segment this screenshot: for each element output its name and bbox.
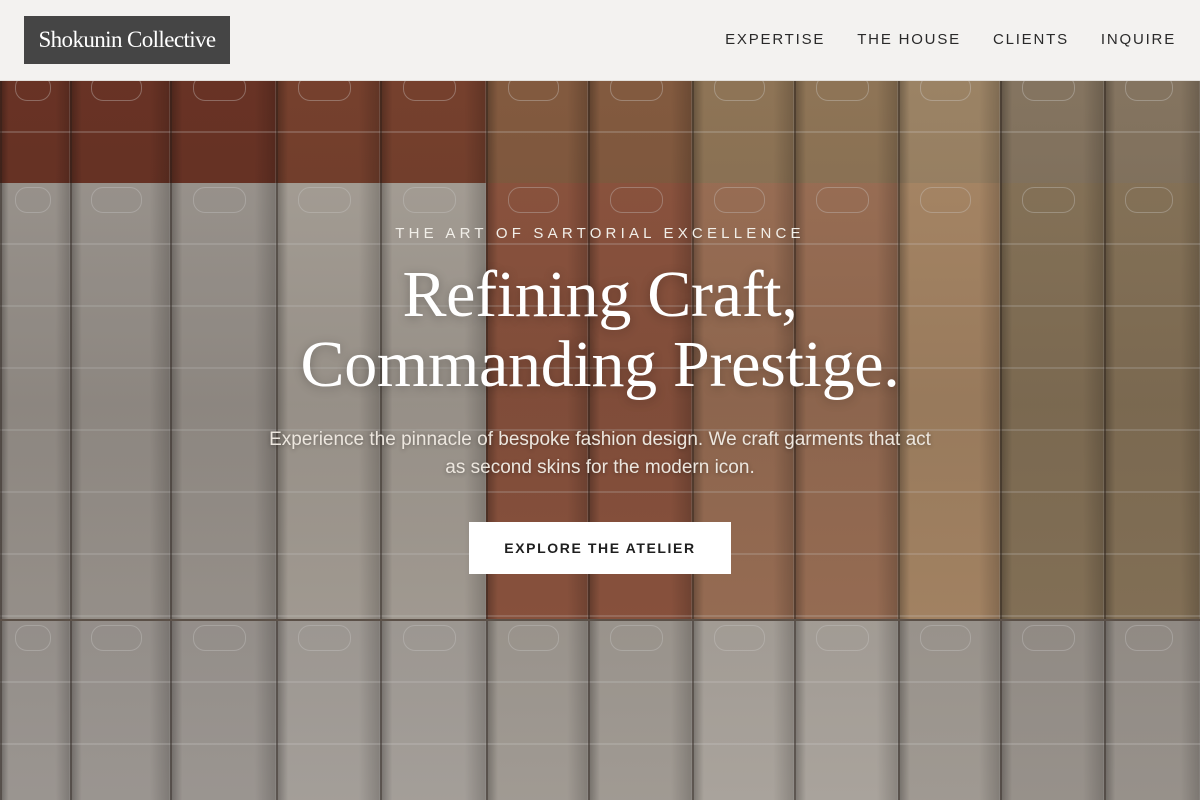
hero-content: THE ART OF SARTORIAL EXCELLENCE Refining… [200,224,1000,574]
nav-clients[interactable]: CLIENTS [993,30,1069,50]
hero-headline-line-1: Refining Craft, [402,258,798,331]
site-header: Shokunin Collective EXPERTISE THE HOUSE … [0,0,1200,81]
hero-subtitle: Experience the pinnacle of bespoke fashi… [269,429,931,478]
explore-atelier-button[interactable]: EXPLORE THE ATELIER [469,522,731,574]
hero-headline-line-2: Commanding Prestige. [300,328,900,401]
nav-the-house[interactable]: THE HOUSE [857,30,961,50]
nav-expertise[interactable]: EXPERTISE [725,30,825,50]
brand-logo[interactable]: Shokunin Collective [24,16,230,64]
hero-headline: Refining Craft, Commanding Prestige. [200,260,1000,400]
nav-inquire[interactable]: INQUIRE [1101,30,1176,50]
hero-eyebrow: THE ART OF SARTORIAL EXCELLENCE [395,225,805,242]
main-nav: EXPERTISE THE HOUSE CLIENTS INQUIRE [725,30,1176,50]
